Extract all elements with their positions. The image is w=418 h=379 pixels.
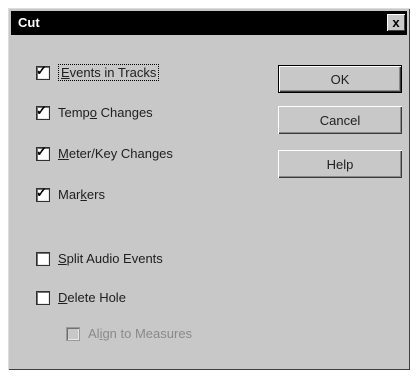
tempo-changes-option[interactable]: ✓ Tempo Changes (36, 102, 153, 120)
markers-option[interactable]: ✓ Markers (36, 184, 105, 202)
check-icon: ✓ (36, 184, 47, 200)
meter-key-changes-label: Meter/Key Changes (58, 146, 173, 161)
meter-key-changes-checkbox[interactable]: ✓ (36, 143, 50, 161)
delete-hole-checkbox[interactable] (36, 290, 50, 305)
tempo-changes-label: Tempo Changes (58, 105, 153, 120)
ok-button[interactable]: OK (278, 65, 402, 93)
events-in-tracks-checkbox[interactable]: ✓ (36, 62, 50, 80)
cut-dialog: Cut x ✓ Events in Tracks ✓ Tempo Changes… (8, 8, 410, 370)
check-icon: ✓ (36, 143, 47, 159)
dialog-title: Cut (18, 15, 40, 30)
check-icon: ✓ (36, 102, 47, 118)
check-icon: ✓ (36, 62, 47, 78)
align-to-measures-option: Align to Measures (66, 326, 192, 341)
split-audio-events-checkbox[interactable] (36, 251, 50, 266)
events-in-tracks-option[interactable]: ✓ Events in Tracks (36, 62, 160, 81)
markers-checkbox[interactable]: ✓ (36, 184, 50, 202)
delete-hole-option[interactable]: Delete Hole (36, 290, 126, 305)
title-bar: Cut x (11, 11, 407, 35)
cancel-button[interactable]: Cancel (278, 106, 402, 134)
tempo-changes-checkbox[interactable]: ✓ (36, 102, 50, 120)
close-button[interactable]: x (387, 14, 405, 31)
align-to-measures-label: Align to Measures (88, 326, 193, 341)
help-button[interactable]: Help (278, 150, 402, 178)
align-to-measures-checkbox (66, 326, 80, 341)
close-icon: x (392, 15, 400, 30)
events-in-tracks-label: Events in Tracks (58, 64, 160, 81)
split-audio-events-option[interactable]: Split Audio Events (36, 251, 163, 266)
delete-hole-label: Delete Hole (58, 290, 126, 305)
markers-label: Markers (58, 187, 105, 202)
split-audio-events-label: Split Audio Events (58, 251, 163, 266)
meter-key-changes-option[interactable]: ✓ Meter/Key Changes (36, 143, 173, 161)
